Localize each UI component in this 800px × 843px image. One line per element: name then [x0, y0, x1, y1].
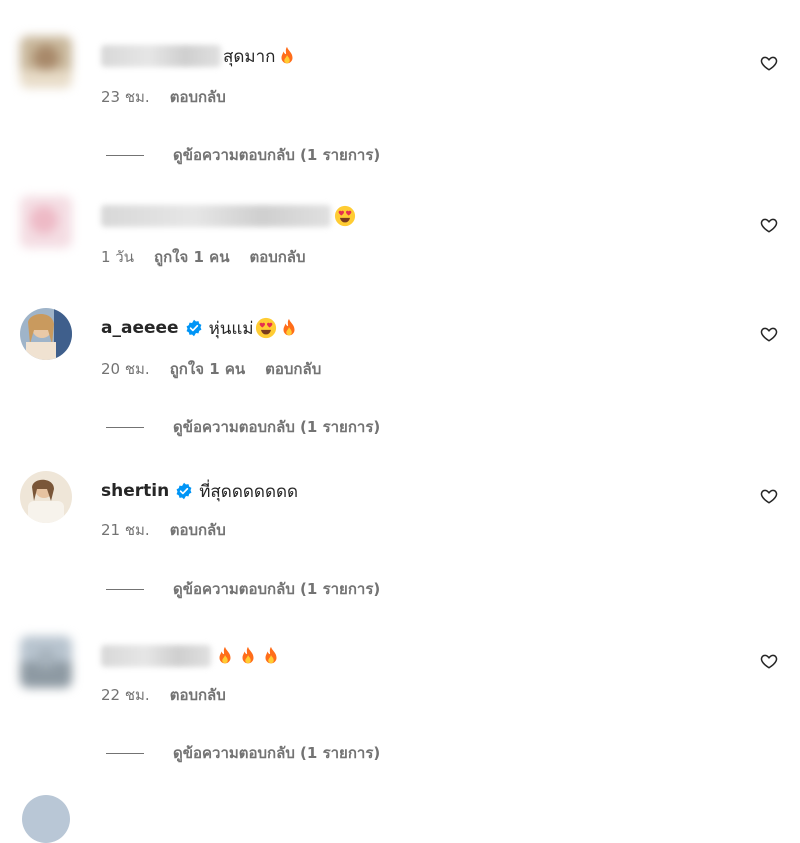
comment-text: หุ่นแม่: [208, 318, 254, 339]
comment-meta: 1 วัน ถูกใจ 1 คน ตอบกลับ: [101, 245, 326, 269]
comment-line: สุดมาก: [101, 41, 298, 71]
divider: [106, 426, 144, 428]
comment-line: a_aeeee หุ่นแม่: [101, 313, 300, 343]
view-replies-label: ดูข้อความตอบกลับ (1 รายการ): [173, 146, 381, 164]
comment-line: shertin ที่สุดดดดดดด: [101, 476, 298, 506]
avatar[interactable]: [20, 36, 72, 88]
comment-time[interactable]: 23 ชม.: [101, 85, 150, 109]
like-heart-icon[interactable]: [760, 54, 778, 72]
reply-button[interactable]: ตอบกลับ: [170, 85, 226, 109]
comment-time[interactable]: 20 ชม.: [101, 357, 150, 381]
like-heart-icon[interactable]: [760, 652, 778, 670]
comment-line: [101, 201, 356, 231]
avatar[interactable]: [20, 308, 72, 360]
view-replies-label: ดูข้อความตอบกลับ (1 รายการ): [173, 580, 381, 598]
username-redacted[interactable]: [101, 205, 331, 227]
comment-meta: 21 ชม. ตอบกลับ: [101, 518, 246, 542]
view-replies-label: ดูข้อความตอบกลับ (1 รายการ): [173, 744, 381, 762]
fire-emoji-icon: [260, 645, 282, 667]
avatar[interactable]: [20, 471, 72, 523]
likes-count[interactable]: ถูกใจ 1 คน: [154, 245, 229, 269]
comment-meta: 23 ชม. ตอบกลับ: [101, 85, 246, 109]
comment-time[interactable]: 21 ชม.: [101, 518, 150, 542]
comment-item: สุดมาก 23 ชม. ตอบกลับ ดูข้อความตอบกลับ (…: [0, 36, 800, 196]
comment-text: สุดมาก: [223, 46, 276, 67]
comment-meta: 22 ชม. ตอบกลับ: [101, 683, 246, 707]
comment-item: shertin ที่สุดดดดดดด 21 ชม. ตอบกลับ ดูข้…: [0, 471, 800, 631]
username[interactable]: shertin: [101, 481, 169, 501]
fire-emoji-icon: [278, 317, 300, 339]
verified-badge-icon: [175, 482, 193, 500]
view-replies-label: ดูข้อความตอบกลับ (1 รายการ): [173, 418, 381, 436]
fire-emoji-icon: [237, 645, 259, 667]
avatar[interactable]: [22, 795, 70, 843]
username-redacted[interactable]: [101, 645, 211, 667]
view-replies-button[interactable]: ดูข้อความตอบกลับ (1 รายการ): [106, 143, 380, 167]
username[interactable]: a_aeeee: [101, 318, 179, 338]
like-heart-icon[interactable]: [760, 487, 778, 505]
comment-time[interactable]: 1 วัน: [101, 245, 134, 269]
fire-emoji-icon: [276, 45, 298, 67]
divider: [106, 154, 144, 156]
avatar[interactable]: [20, 636, 72, 688]
heart-eyes-emoji-icon: [334, 205, 356, 227]
heart-eyes-emoji-icon: [255, 317, 277, 339]
view-replies-button[interactable]: ดูข้อความตอบกลับ (1 รายการ): [106, 415, 380, 439]
reply-button[interactable]: ตอบกลับ: [170, 683, 226, 707]
reply-button[interactable]: ตอบกลับ: [265, 357, 321, 381]
comment-item: a_aeeee หุ่นแม่ 20 ชม. ถูกใจ 1 คน ตอบกลั…: [0, 308, 800, 468]
reply-button[interactable]: ตอบกลับ: [170, 518, 226, 542]
view-replies-button[interactable]: ดูข้อความตอบกลับ (1 รายการ): [106, 577, 380, 601]
divider: [106, 588, 144, 590]
comment-text: ที่สุดดดดดดด: [199, 481, 299, 502]
likes-count[interactable]: ถูกใจ 1 คน: [170, 357, 245, 381]
fire-emoji-icon: [214, 645, 236, 667]
comment-meta: 20 ชม. ถูกใจ 1 คน ตอบกลับ: [101, 357, 341, 381]
divider: [106, 752, 144, 754]
like-heart-icon[interactable]: [760, 325, 778, 343]
username-redacted[interactable]: [101, 45, 221, 67]
comment-item: 22 ชม. ตอบกลับ ดูข้อความตอบกลับ (1 รายกา…: [0, 636, 800, 796]
comment-time[interactable]: 22 ชม.: [101, 683, 150, 707]
comment-line: [101, 641, 282, 671]
reply-button[interactable]: ตอบกลับ: [249, 245, 305, 269]
view-replies-button[interactable]: ดูข้อความตอบกลับ (1 รายการ): [106, 741, 380, 765]
like-heart-icon[interactable]: [760, 216, 778, 234]
avatar[interactable]: [20, 196, 72, 248]
verified-badge-icon: [185, 319, 203, 337]
